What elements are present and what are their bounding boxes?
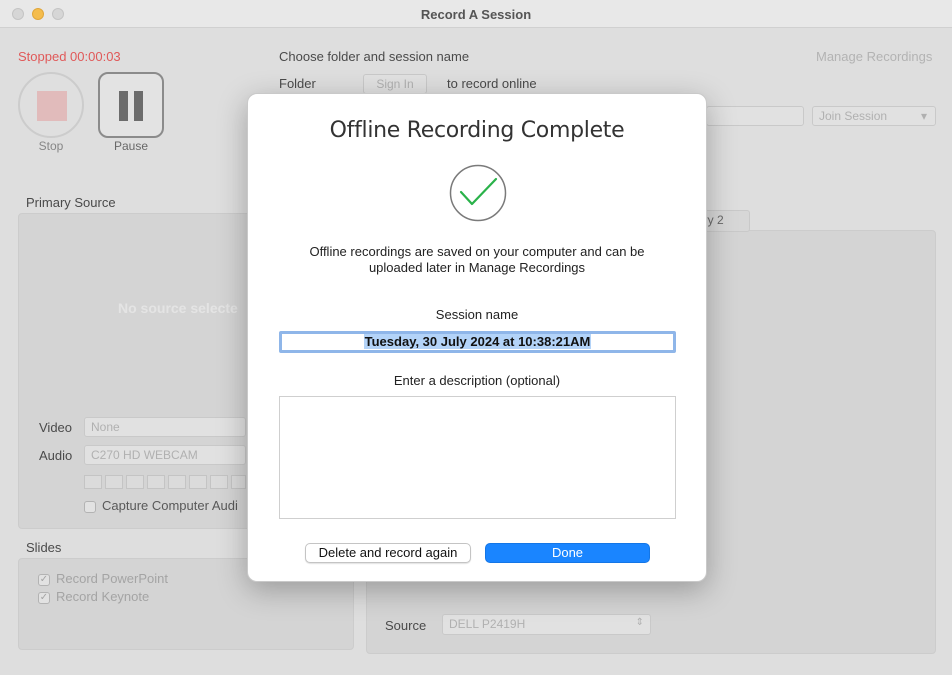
checkmark-circle-icon xyxy=(449,164,507,222)
window-title: Record A Session xyxy=(420,7,532,22)
session-name-input[interactable]: Tuesday, 30 July 2024 at 10:38:21AM xyxy=(279,331,676,353)
title-bar: Record A Session xyxy=(0,0,952,28)
description-textarea[interactable] xyxy=(279,396,676,519)
dialog-message-line1: Offline recordings are saved on your com… xyxy=(309,244,645,259)
done-button[interactable]: Done xyxy=(485,543,650,563)
dialog-title: Offline Recording Complete xyxy=(329,118,625,143)
offline-recording-complete-dialog: Offline Recording Complete Offline recor… xyxy=(247,93,707,582)
delete-and-record-again-button[interactable]: Delete and record again xyxy=(305,543,471,563)
description-label: Enter a description (optional) xyxy=(393,373,561,388)
dialog-message: Offline recordings are saved on your com… xyxy=(278,244,676,276)
dialog-message-line2: uploaded later in Manage Recordings xyxy=(368,260,586,275)
session-name-label: Session name xyxy=(435,307,519,322)
session-name-value: Tuesday, 30 July 2024 at 10:38:21AM xyxy=(363,334,592,349)
record-session-window: Record A Session Stopped 00:00:03 Stop P… xyxy=(0,0,952,675)
